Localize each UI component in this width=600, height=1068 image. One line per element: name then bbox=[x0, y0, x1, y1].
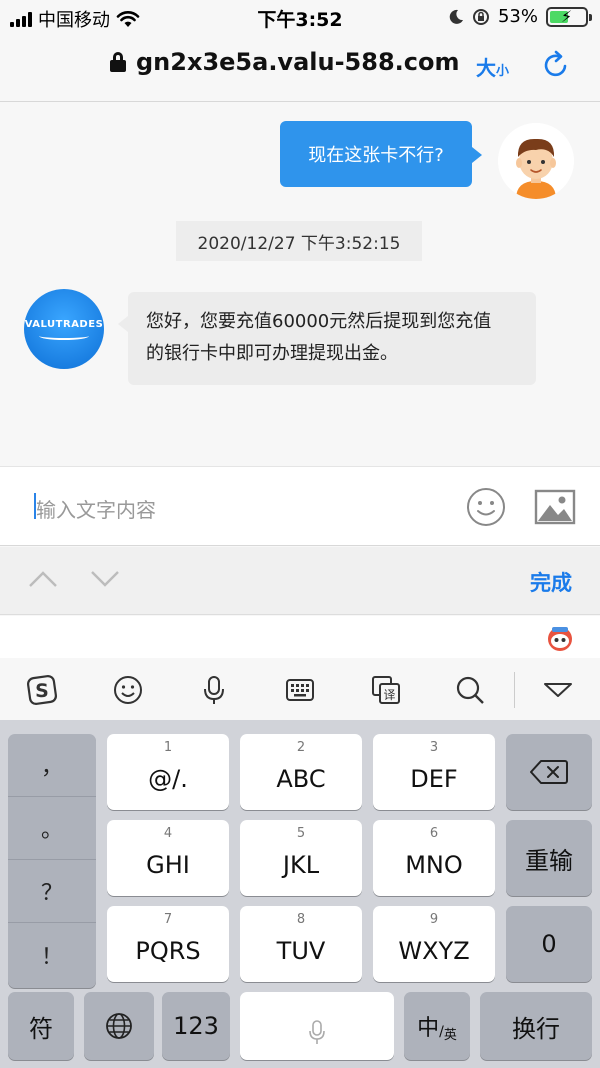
key-7-num: 7 bbox=[163, 912, 173, 927]
done-button[interactable]: 完成 bbox=[530, 567, 572, 597]
key-2-label: ABC bbox=[276, 765, 326, 793]
candidate-bar bbox=[0, 616, 600, 658]
status-right: 53% ⚡ bbox=[448, 6, 592, 27]
key-9-label: WXYZ bbox=[398, 937, 470, 965]
microphone-icon[interactable] bbox=[196, 672, 232, 708]
zero-key[interactable]: 0 bbox=[506, 906, 592, 982]
reload-icon[interactable] bbox=[540, 49, 572, 81]
incoming-message-bubble[interactable]: 您好，您要充值60000元然后提现到您充值 的银行卡中即可办理提现出金。 bbox=[118, 292, 536, 385]
space-key[interactable] bbox=[240, 992, 394, 1060]
chevron-down-icon[interactable] bbox=[90, 569, 120, 589]
agent-logo-text: VALUTRADES bbox=[24, 318, 104, 330]
image-icon[interactable] bbox=[534, 489, 576, 525]
search-icon[interactable] bbox=[452, 672, 488, 708]
incoming-message-line1: 您好，您要充值60000元然后提现到您充值 bbox=[146, 311, 492, 332]
punct-key-exclaim[interactable]: ！ bbox=[8, 923, 96, 986]
keyboard-header: S 译 bbox=[0, 616, 600, 720]
key-1-label: @/. bbox=[148, 765, 188, 793]
key-7[interactable]: 7 PQRS bbox=[107, 906, 229, 982]
lock-icon bbox=[110, 52, 126, 72]
lang-sub-label: 英 bbox=[443, 1027, 457, 1043]
key-3[interactable]: 3 DEF bbox=[373, 734, 495, 810]
chat-area[interactable]: 现在这张卡不行? 2020/12/27 下午3:52:15 VALUTRADES… bbox=[0, 103, 600, 466]
agent-avatar[interactable]: VALUTRADES bbox=[24, 289, 104, 369]
incoming-message-line2: 的银行卡中即可办理提现出金。 bbox=[146, 343, 398, 364]
outgoing-message-bubble[interactable]: 现在这张卡不行? bbox=[280, 121, 482, 187]
text-size-big-label: 大 bbox=[476, 56, 496, 80]
key-9[interactable]: 9 WXYZ bbox=[373, 906, 495, 982]
key-7-label: PQRS bbox=[135, 937, 201, 965]
address-bar: gn2x3e5a.valu-588.com 大小 bbox=[0, 34, 600, 102]
outgoing-message-text: 现在这张卡不行? bbox=[308, 145, 444, 166]
keyboard-toolbar: S 译 bbox=[0, 658, 600, 720]
backspace-icon bbox=[530, 760, 568, 784]
key-2-num: 2 bbox=[296, 740, 306, 755]
punct-key-question[interactable]: ？ bbox=[8, 860, 96, 923]
key-4[interactable]: 4 GHI bbox=[107, 820, 229, 896]
key-5-num: 5 bbox=[296, 826, 306, 841]
return-key[interactable]: 换行 bbox=[480, 992, 592, 1060]
message-input[interactable]: 输入文字内容 bbox=[36, 494, 156, 523]
language-switch-key[interactable]: 中 / 英 bbox=[404, 992, 470, 1060]
key-4-label: GHI bbox=[146, 851, 190, 879]
chevron-up-icon[interactable] bbox=[28, 569, 58, 589]
text-size-small-label: 小 bbox=[496, 64, 510, 79]
svg-text:S: S bbox=[35, 680, 49, 702]
key-9-num: 9 bbox=[429, 912, 439, 927]
punct-key-period[interactable]: 。 bbox=[8, 797, 96, 860]
battery-icon: ⚡ bbox=[546, 6, 592, 27]
keyboard-layout-icon[interactable] bbox=[282, 672, 318, 708]
key-2[interactable]: 2 ABC bbox=[240, 734, 362, 810]
symbol-key[interactable]: 符 bbox=[8, 992, 74, 1060]
key-3-label: DEF bbox=[410, 765, 458, 793]
user-avatar[interactable] bbox=[498, 123, 574, 199]
key-6-label: MNO bbox=[405, 851, 463, 879]
globe-key[interactable] bbox=[84, 992, 154, 1060]
svg-text:译: 译 bbox=[383, 688, 395, 702]
message-timestamp: 2020/12/27 下午3:52:15 bbox=[176, 221, 422, 261]
key-1-num: 1 bbox=[163, 740, 173, 755]
key-8[interactable]: 8 TUV bbox=[240, 906, 362, 982]
lang-main-label: 中 bbox=[417, 1016, 440, 1041]
globe-icon bbox=[106, 1013, 132, 1039]
moon-icon bbox=[449, 9, 463, 24]
url-field[interactable]: gn2x3e5a.valu-588.com bbox=[110, 48, 459, 76]
url-text: gn2x3e5a.valu-588.com bbox=[136, 48, 460, 76]
key-3-num: 3 bbox=[429, 740, 439, 755]
key-1[interactable]: 1 @/. bbox=[107, 734, 229, 810]
key-4-num: 4 bbox=[163, 826, 173, 841]
keyboard-mascot-icon[interactable] bbox=[546, 624, 574, 652]
text-size-button[interactable]: 大小 bbox=[476, 52, 509, 81]
battery-percent: 53% bbox=[497, 6, 538, 27]
emoji-keyboard-icon[interactable] bbox=[110, 672, 146, 708]
status-bar: 中国移动 下午3:52 53% ⚡ bbox=[0, 0, 600, 34]
space-mic-icon bbox=[309, 1020, 325, 1044]
key-8-label: TUV bbox=[276, 937, 326, 965]
translate-icon[interactable]: 译 bbox=[368, 672, 404, 708]
key-5[interactable]: 5 JKL bbox=[240, 820, 362, 896]
key-6-num: 6 bbox=[429, 826, 439, 841]
reenter-key[interactable]: 重输 bbox=[506, 820, 592, 896]
punct-key-comma[interactable]: ， bbox=[8, 734, 96, 797]
sogou-logo-icon[interactable]: S bbox=[24, 672, 60, 708]
punctuation-column: ， 。 ？ ！ bbox=[8, 734, 96, 988]
key-5-label: JKL bbox=[282, 851, 320, 879]
hide-keyboard-icon[interactable] bbox=[540, 672, 576, 708]
backspace-key[interactable] bbox=[506, 734, 592, 810]
keyboard: ， 。 ？ ！ 1 @/. 2 ABC 3 DEF 4 GHI 5 JKL 6 … bbox=[0, 720, 600, 1068]
number-mode-key[interactable]: 123 bbox=[162, 992, 230, 1060]
key-8-num: 8 bbox=[296, 912, 306, 927]
toolbar-divider bbox=[514, 672, 515, 708]
logo-swoosh bbox=[39, 332, 89, 340]
emoji-icon[interactable] bbox=[466, 487, 506, 527]
message-input-bar: 输入文字内容 bbox=[0, 466, 600, 546]
rotation-lock-icon bbox=[472, 8, 489, 25]
key-6[interactable]: 6 MNO bbox=[373, 820, 495, 896]
keyboard-accessory-bar: 完成 bbox=[0, 547, 600, 615]
